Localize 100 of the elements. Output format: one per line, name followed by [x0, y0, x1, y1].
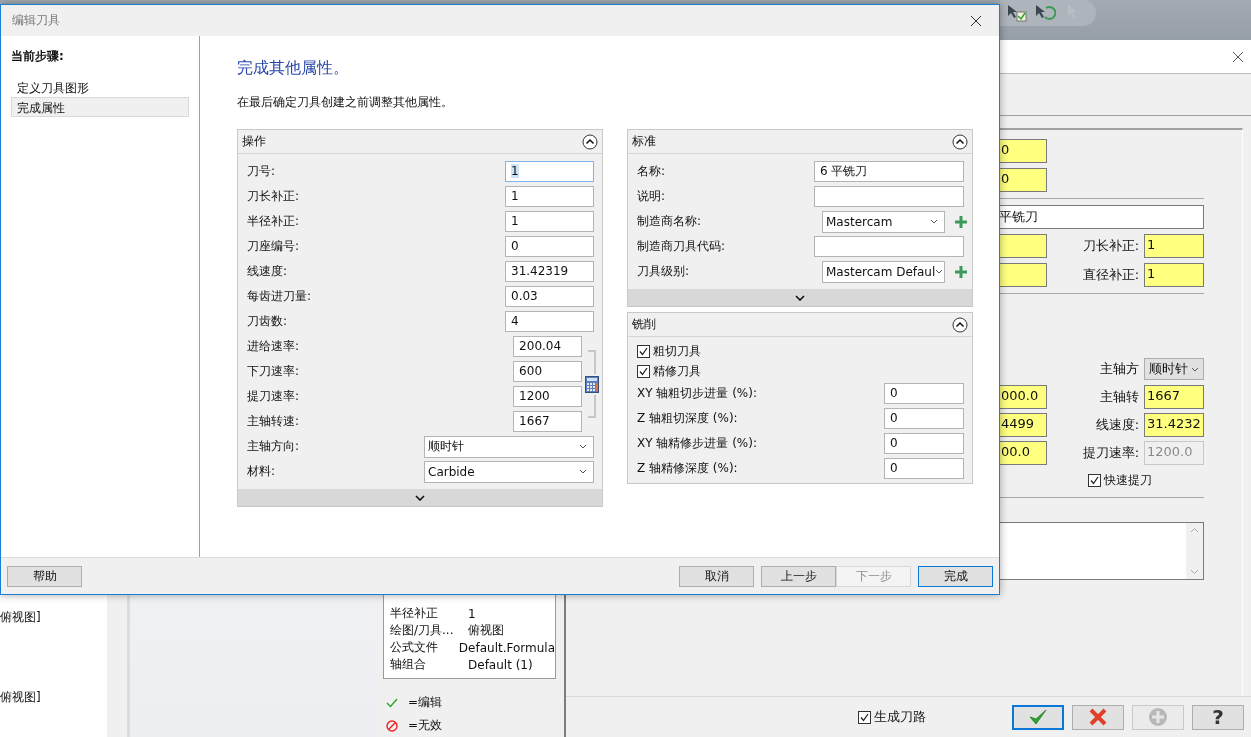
text-field[interactable]: 0: [884, 433, 964, 454]
text-field[interactable]: 1: [505, 161, 594, 182]
text-field[interactable]: 1: [1144, 234, 1204, 258]
help-button[interactable]: 帮助: [7, 565, 82, 587]
text-field[interactable]: 1667: [1144, 385, 1204, 409]
checkmark-icon: [1028, 708, 1048, 726]
window-title: 编辑刀具: [12, 12, 60, 29]
info-label: 公式文件: [390, 639, 439, 656]
text-field[interactable]: 0: [884, 408, 964, 429]
field-label: 刀长补正:: [247, 188, 301, 205]
tool-list-item[interactable]: 俯视图]: [0, 609, 107, 625]
page-heading: 完成其他属性。: [237, 57, 350, 79]
text-field[interactable]: 00.0: [998, 441, 1047, 465]
chevron-down-icon: [415, 494, 425, 501]
dialog-button[interactable]: 完成: [918, 565, 993, 587]
help-button[interactable]: ?: [1192, 704, 1244, 730]
field-label: 说明:: [637, 188, 667, 205]
info-value: Default.Formula: [458, 640, 555, 655]
checkbox[interactable]: 生成刀路: [858, 708, 926, 726]
close-icon[interactable]: [1232, 50, 1244, 63]
steps-heading: 当前步骤:: [11, 48, 65, 65]
field-label: Z 轴精修深度 (%):: [637, 460, 739, 477]
field-label: 提刀速率:: [247, 388, 301, 405]
dropdown[interactable]: Mastercam: [822, 210, 945, 233]
text-field[interactable]: 0.03: [505, 286, 594, 307]
step-item[interactable]: 完成属性: [11, 97, 189, 117]
text-field[interactable]: 0: [998, 168, 1047, 192]
text-field[interactable]: [998, 263, 1047, 287]
collapse-icon[interactable]: [952, 316, 968, 333]
dialog-button[interactable]: 上一步: [761, 565, 836, 587]
collapse-icon[interactable]: [582, 133, 598, 150]
text-field[interactable]: 0: [998, 139, 1047, 163]
step-item[interactable]: 定义刀具图形: [11, 77, 189, 97]
calculator-icon[interactable]: [585, 375, 600, 393]
info-value: 1: [468, 606, 476, 621]
text-field[interactable]: [814, 186, 964, 207]
field-label: 每齿进刀量:: [247, 288, 313, 305]
text-field[interactable]: 000.0: [998, 385, 1047, 409]
prohibited-icon: [386, 719, 398, 732]
text-field[interactable]: 31.42319: [505, 261, 594, 282]
text-field[interactable]: 1667: [513, 411, 583, 432]
info-value: 俯视图: [468, 622, 504, 639]
bracket-line: [588, 350, 597, 374]
scrollbar[interactable]: [1186, 523, 1203, 579]
text-field[interactable]: 600: [513, 361, 583, 382]
dropdown[interactable]: Carbide: [424, 460, 594, 483]
field-label: 进给速率:: [247, 338, 301, 355]
text-field[interactable]: 4: [505, 311, 594, 332]
text-field[interactable]: 6 平铣刀: [814, 161, 964, 182]
checkbox[interactable]: 精修刀具: [637, 362, 701, 380]
text-field[interactable]: [998, 234, 1047, 258]
cancel-button[interactable]: [1072, 704, 1124, 730]
plus-icon[interactable]: [954, 214, 968, 229]
tool-list-item[interactable]: 俯视图]: [0, 689, 107, 705]
caret-icon: [1191, 366, 1199, 372]
field-label: XY 轴粗切步进量 (%):: [637, 385, 758, 402]
cursor-refresh-icon[interactable]: [1034, 3, 1056, 23]
text-field[interactable]: 1200: [513, 386, 583, 407]
caret-icon: [579, 469, 587, 474]
dropdown[interactable]: 顺时针: [424, 435, 594, 458]
ok-button[interactable]: [1012, 704, 1064, 730]
field-label: XY 轴精修步进量 (%):: [637, 435, 758, 452]
text-field[interactable]: 1: [505, 211, 594, 232]
text-field[interactable]: 1: [505, 186, 594, 207]
text-field[interactable]: 0: [884, 383, 964, 404]
cursor-check-icon[interactable]: [1006, 3, 1028, 23]
field-label: 刀号:: [247, 163, 277, 180]
panel-title: 操作: [242, 133, 266, 150]
collapse-icon[interactable]: [952, 133, 968, 150]
text-field[interactable]: 200.04: [513, 336, 583, 357]
legend-label: =无效: [408, 717, 443, 734]
text-field[interactable]: 平铣刀: [998, 205, 1204, 229]
dropdown[interactable]: Mastercam Defaul: [822, 260, 945, 283]
cancel-icon: [1088, 708, 1108, 726]
dropdown[interactable]: 顺时针: [1144, 358, 1204, 380]
info-value: Default (1): [468, 657, 533, 672]
text-field[interactable]: 1: [1144, 263, 1204, 287]
dialog-button[interactable]: 取消: [679, 565, 754, 587]
notes-field[interactable]: [998, 522, 1204, 580]
check-icon: [386, 697, 398, 708]
field-label: 刀齿数:: [247, 313, 289, 330]
info-label: 半径补正: [390, 605, 439, 622]
checkbox[interactable]: 快速提刀: [1088, 471, 1152, 489]
checkbox[interactable]: 粗切刀具: [637, 342, 701, 360]
text-field[interactable]: 4499: [998, 413, 1047, 437]
text-field[interactable]: 0: [884, 458, 964, 479]
field-label: 制造商名称:: [637, 213, 703, 230]
field-label: 材料:: [247, 463, 277, 480]
field-label: Z 轴粗切深度 (%):: [637, 410, 739, 427]
field-label: 主轴转: [1099, 388, 1140, 406]
text-field[interactable]: 31.4232: [1144, 413, 1204, 437]
caret-icon: [579, 444, 587, 449]
close-icon[interactable]: [970, 14, 982, 27]
caret-icon: [930, 219, 938, 224]
text-field[interactable]: 0: [505, 236, 594, 257]
plus-icon[interactable]: [954, 264, 968, 279]
field-label: 直径补正:: [1081, 266, 1140, 284]
field-label: 制造商刀具代码:: [637, 238, 727, 255]
checkmark-icon: [1090, 475, 1099, 485]
text-field[interactable]: [814, 236, 964, 257]
